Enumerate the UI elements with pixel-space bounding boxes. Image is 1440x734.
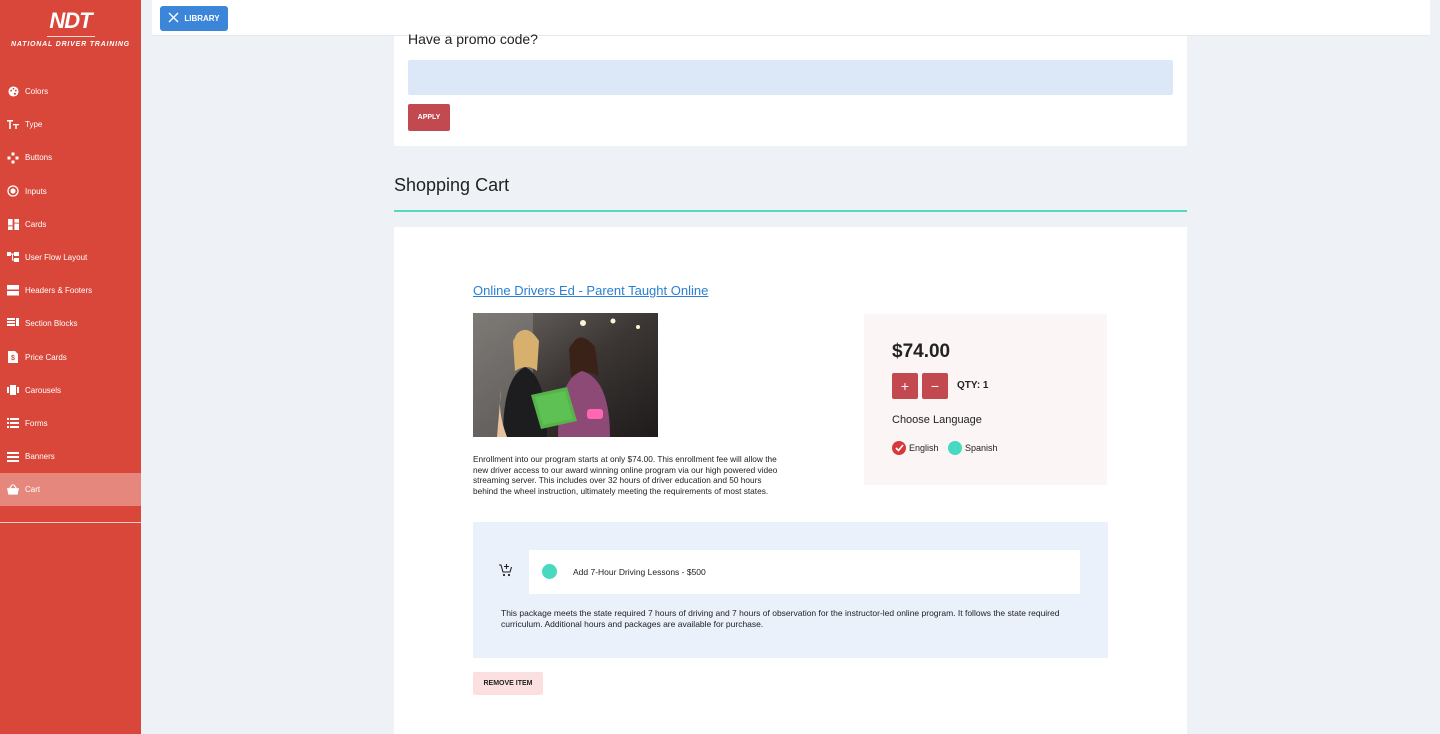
flow-icon bbox=[7, 252, 19, 264]
logo-divider bbox=[46, 36, 95, 37]
carousel-icon bbox=[7, 384, 19, 396]
quantity-decrease-button[interactable]: − bbox=[922, 373, 948, 399]
text-type-icon bbox=[7, 119, 19, 131]
logo-subtext: NATIONAL DRIVER TRAINING bbox=[11, 41, 130, 48]
sidebar-item-headers-footers[interactable]: Headers & Footers bbox=[0, 274, 141, 307]
header-footer-icon bbox=[7, 285, 19, 297]
price-box: $74.00 + − QTY: 1 Choose Language Englis… bbox=[864, 314, 1107, 485]
sidebar-item-label: Buttons bbox=[25, 153, 53, 163]
sidebar-item-colors[interactable]: Colors bbox=[0, 75, 141, 108]
addon-radio[interactable] bbox=[542, 564, 557, 579]
sidebar-item-label: Colors bbox=[25, 87, 49, 97]
radio-button-icon bbox=[7, 185, 19, 197]
page-title: Shopping Cart bbox=[394, 175, 510, 195]
quantity-label: QTY: 1 bbox=[957, 380, 989, 391]
close-icon bbox=[168, 12, 179, 25]
sidebar-item-inputs[interactable]: Inputs bbox=[0, 175, 141, 208]
sidebar-item-label: Banners bbox=[25, 452, 55, 462]
sidebar-item-price-cards[interactable]: $ Price Cards bbox=[0, 341, 141, 374]
sidebar-item-label: User Flow Layout bbox=[25, 253, 88, 263]
quantity-increase-button[interactable]: + bbox=[892, 373, 918, 399]
choose-language-title: Choose Language bbox=[892, 414, 982, 426]
sidebar-item-banners[interactable]: Banners bbox=[0, 440, 141, 473]
palette-icon bbox=[7, 86, 19, 98]
sidebar-item-user-flow-layout[interactable]: User Flow Layout bbox=[0, 241, 141, 274]
product-title-link[interactable]: Online Drivers Ed - Parent Taught Online bbox=[473, 283, 708, 298]
addon-option[interactable]: Add 7-Hour Driving Lessons - $500 bbox=[529, 550, 1080, 594]
language-label: English bbox=[909, 443, 939, 453]
addon-label: Add 7-Hour Driving Lessons - $500 bbox=[573, 567, 706, 577]
sidebar-item-section-blocks[interactable]: Section Blocks bbox=[0, 307, 141, 340]
add-to-cart-icon bbox=[499, 564, 513, 582]
dashboard-icon bbox=[7, 218, 19, 230]
sidebar-item-label: Cards bbox=[25, 219, 47, 229]
remove-item-button[interactable]: REMOVE ITEM bbox=[473, 672, 543, 695]
svg-text:$: $ bbox=[11, 355, 15, 362]
promo-code-card: Have a promo code? APPLY bbox=[394, 31, 1187, 146]
sidebar-item-buttons[interactable]: Buttons bbox=[0, 141, 141, 174]
library-button[interactable]: LIBRARY bbox=[160, 6, 228, 31]
sidebar-item-carousels[interactable]: Carousels bbox=[0, 374, 141, 407]
sidebar-item-type[interactable]: Type bbox=[0, 108, 141, 141]
heading-divider bbox=[394, 210, 1187, 212]
top-bar: LIBRARY bbox=[152, 0, 1430, 36]
basket-icon bbox=[7, 484, 19, 496]
sidebar-item-label: Cart bbox=[25, 485, 41, 495]
sidebar-item-label: Forms bbox=[25, 418, 48, 428]
product-price: $74.00 bbox=[892, 341, 951, 362]
ndt-logo[interactable]: NDT NATIONAL DRIVER TRAINING bbox=[0, 8, 141, 48]
sidebar-nav: Colors Type Buttons Inputs Cards User Fl… bbox=[0, 75, 141, 507]
sidebar-item-cards[interactable]: Cards bbox=[0, 208, 141, 241]
list-icon bbox=[7, 417, 19, 429]
radio-icon[interactable] bbox=[948, 441, 962, 455]
sidebar-divider bbox=[0, 522, 141, 523]
product-image bbox=[473, 313, 658, 437]
addon-panel: Add 7-Hour Driving Lessons - $500 This p… bbox=[473, 522, 1108, 658]
promo-code-title: Have a promo code? bbox=[408, 31, 538, 47]
section-blocks-icon bbox=[7, 318, 19, 330]
product-description: Enrollment into our program starts at on… bbox=[473, 454, 778, 496]
language-option-spanish[interactable]: Spanish bbox=[948, 441, 998, 455]
sidebar-item-cart[interactable]: Cart bbox=[0, 473, 141, 507]
language-option-english[interactable]: English bbox=[892, 441, 939, 455]
gamepad-icon bbox=[7, 152, 19, 164]
check-icon[interactable] bbox=[892, 441, 906, 455]
promo-code-input[interactable] bbox=[408, 60, 1173, 95]
banner-icon bbox=[7, 451, 19, 463]
sidebar-item-label: Carousels bbox=[25, 385, 62, 395]
sidebar-item-label: Price Cards bbox=[25, 352, 67, 362]
sidebar-item-label: Section Blocks bbox=[25, 319, 78, 329]
language-label: Spanish bbox=[965, 443, 998, 453]
sidebar-item-forms[interactable]: Forms bbox=[0, 407, 141, 440]
sidebar-item-label: Inputs bbox=[25, 186, 47, 196]
price-tag-icon: $ bbox=[7, 351, 19, 364]
addon-description: This package meets the state required 7 … bbox=[501, 608, 1060, 629]
cart-item-card: Online Drivers Ed - Parent Taught Online bbox=[394, 227, 1187, 734]
sidebar-item-label: Headers & Footers bbox=[25, 286, 93, 296]
library-button-label: LIBRARY bbox=[184, 14, 220, 23]
apply-button[interactable]: APPLY bbox=[408, 104, 450, 131]
sidebar: NDT NATIONAL DRIVER TRAINING Colors Type… bbox=[0, 0, 141, 734]
sidebar-item-label: Type bbox=[25, 120, 43, 130]
logo-mark: NDT bbox=[49, 8, 92, 33]
